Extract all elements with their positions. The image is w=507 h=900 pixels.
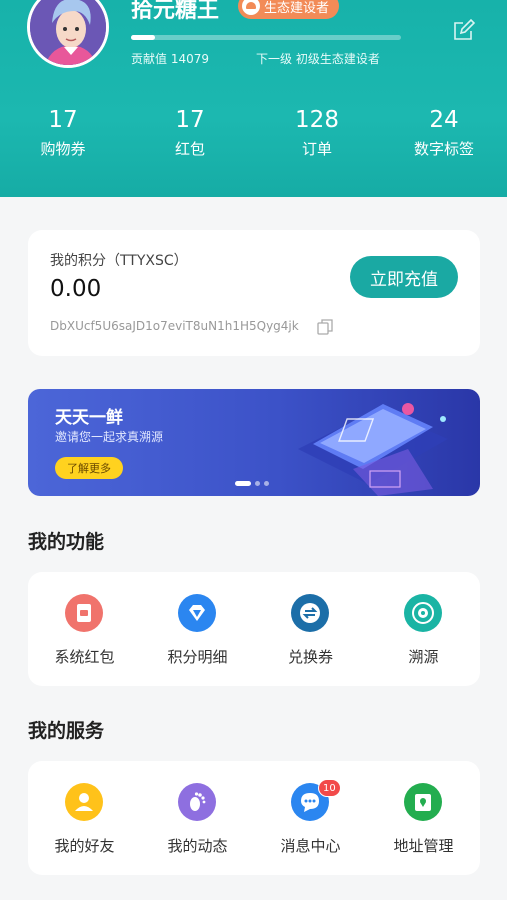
learn-more-button[interactable]: 了解更多 xyxy=(55,457,123,479)
exchange-icon xyxy=(291,594,329,632)
stat-red-packets[interactable]: 17 红包 xyxy=(135,104,245,162)
function-trace[interactable]: 溯源 xyxy=(367,572,480,686)
banner-subtitle: 邀请您一起求真溯源 xyxy=(55,430,164,444)
service-label: 地址管理 xyxy=(393,837,454,855)
next-level-text: 下一级 初级生态建设者 xyxy=(256,52,380,66)
stat-label: 订单 xyxy=(301,140,332,158)
stat-label: 购物券 xyxy=(40,140,86,158)
service-my-friends[interactable]: 我的好友 xyxy=(28,761,141,875)
services-grid: 我的好友 我的动态 10 消息中心 地址管理 xyxy=(28,761,480,875)
service-label: 消息中心 xyxy=(280,837,341,855)
service-label: 我的动态 xyxy=(167,837,228,855)
stat-label: 红包 xyxy=(174,140,205,158)
function-label: 溯源 xyxy=(408,648,439,666)
carousel-dot[interactable] xyxy=(255,481,260,486)
carousel-dot[interactable] xyxy=(264,481,269,486)
edit-icon[interactable] xyxy=(452,18,476,42)
function-label: 系统红包 xyxy=(54,648,115,666)
stat-orders[interactable]: 128 订单 xyxy=(262,104,372,162)
stat-coupons[interactable]: 17 购物券 xyxy=(8,104,118,162)
diamond-icon xyxy=(178,594,216,632)
function-exchange-voucher[interactable]: 兑换券 xyxy=(254,572,367,686)
function-system-red-packet[interactable]: 系统红包 xyxy=(28,572,141,686)
avatar[interactable] xyxy=(27,0,109,68)
service-message-center[interactable]: 10 消息中心 xyxy=(254,761,367,875)
points-value: 0.00 xyxy=(50,276,102,302)
stat-digital-tags[interactable]: 24 数字标签 xyxy=(389,104,499,162)
stat-value: 128 xyxy=(295,107,339,133)
points-card: 我的积分（TTYXSC） 0.00 DbXUcf5U6saJD1o7eviT8u… xyxy=(28,230,480,356)
wallet-address: DbXUcf5U6saJD1o7eviT8uN1h1H5Qyg4jk xyxy=(50,319,299,333)
address-icon xyxy=(404,783,442,821)
function-label: 兑换券 xyxy=(287,648,333,666)
service-address-management[interactable]: 地址管理 xyxy=(367,761,480,875)
red-envelope-icon xyxy=(65,594,103,632)
hard-hat-icon xyxy=(242,0,260,15)
phone-qr-illustration xyxy=(258,389,480,496)
points-title: 我的积分（TTYXSC） xyxy=(50,253,188,269)
service-my-activity[interactable]: 我的动态 xyxy=(141,761,254,875)
function-points-detail[interactable]: 积分明细 xyxy=(141,572,254,686)
friend-icon xyxy=(65,783,103,821)
functions-section-title: 我的功能 xyxy=(28,531,105,553)
trace-icon xyxy=(404,594,442,632)
contribution-value: 贡献值 14079 xyxy=(131,52,209,66)
level-badge: 生态建设者 xyxy=(238,0,340,19)
services-section-title: 我的服务 xyxy=(28,720,105,742)
function-label: 积分明细 xyxy=(167,648,228,666)
banner-title: 天天一鲜 xyxy=(55,408,123,428)
recharge-button[interactable]: 立即充值 xyxy=(350,256,458,298)
stat-value: 17 xyxy=(175,107,205,133)
level-badge-label: 生态建设者 xyxy=(264,0,330,16)
functions-grid: 系统红包 积分明细 兑换券 溯源 xyxy=(28,572,480,686)
level-progress-fill xyxy=(131,35,156,40)
level-progress-bar xyxy=(131,35,401,40)
carousel-indicator xyxy=(235,481,269,486)
username: 拾元糖王 xyxy=(131,0,220,23)
stat-value: 24 xyxy=(429,107,459,133)
footprint-icon xyxy=(178,783,216,821)
service-label: 我的好友 xyxy=(54,837,115,855)
stat-label: 数字标签 xyxy=(413,140,474,158)
stat-value: 17 xyxy=(48,107,78,133)
carousel-dot[interactable] xyxy=(235,481,251,486)
copy-icon[interactable] xyxy=(317,319,333,335)
profile-header: 拾元糖王 生态建设者 贡献值 14079 下一级 初级生态建设者 17 购物券 … xyxy=(0,0,507,197)
promo-banner[interactable]: 天天一鲜 邀请您一起求真溯源 了解更多 xyxy=(28,389,480,496)
unread-count-badge: 10 xyxy=(318,779,341,797)
